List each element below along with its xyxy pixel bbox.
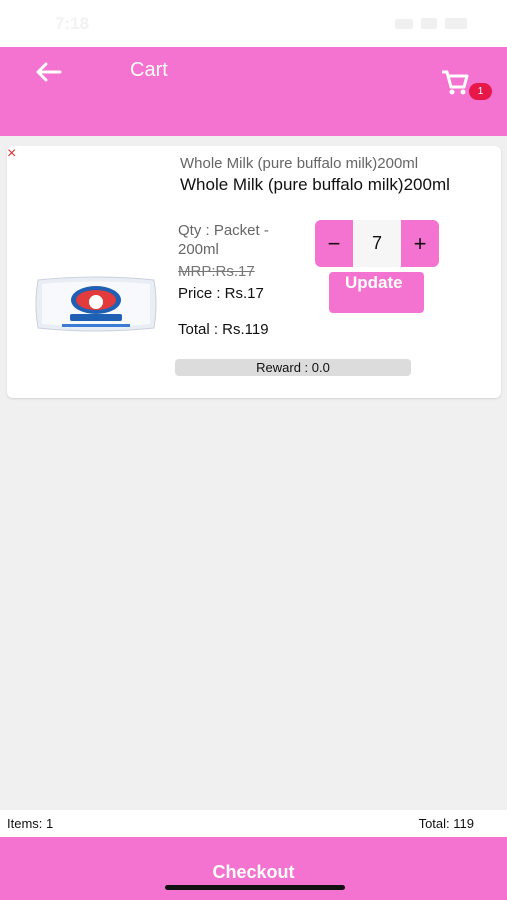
back-button[interactable] xyxy=(28,57,68,87)
wifi-icon xyxy=(421,18,437,29)
cart-total: Total: 119 xyxy=(418,816,474,831)
unit-price: Price : Rs.17 xyxy=(178,285,264,302)
items-count: Items: 1 xyxy=(7,816,54,831)
cart-summary: Items: 1 Total: 119 xyxy=(0,810,507,837)
status-bar: 7:18 xyxy=(0,0,507,47)
status-icons xyxy=(395,18,467,29)
item-total: Total : Rs.119 xyxy=(178,321,269,338)
remove-item-button[interactable]: × xyxy=(7,146,21,162)
checkout-button[interactable]: Checkout xyxy=(0,837,507,900)
status-time: 7:18 xyxy=(55,13,90,33)
decrease-quantity-button[interactable]: − xyxy=(315,220,353,267)
home-indicator xyxy=(165,885,345,890)
arrow-left-icon xyxy=(36,62,62,82)
quantity-unit: Qty : Packet - 200ml xyxy=(178,222,269,258)
quantity-value[interactable]: 7 xyxy=(353,220,401,267)
battery-icon xyxy=(445,18,467,29)
reward-label: Reward : 0.0 xyxy=(175,359,411,376)
product-image xyxy=(32,270,160,338)
page-title: Cart xyxy=(130,59,168,81)
product-subtitle: Whole Milk (pure buffalo milk)200ml xyxy=(180,155,419,172)
product-name: Whole Milk (pure buffalo milk)200ml xyxy=(180,175,450,194)
cart-item-card: × Whole Milk (pure buffalo milk)200ml Wh… xyxy=(7,146,501,398)
signal-icon xyxy=(395,18,413,29)
cart-count-badge: 1 xyxy=(469,83,492,100)
increase-quantity-button[interactable]: + xyxy=(401,220,439,267)
mrp-price: MRP:Rs.17 xyxy=(178,263,255,280)
update-button[interactable]: Update xyxy=(329,272,424,313)
shopping-cart-icon xyxy=(442,70,469,95)
app-header: Cart xyxy=(0,47,507,136)
quantity-stepper: − 7 + xyxy=(315,220,439,267)
